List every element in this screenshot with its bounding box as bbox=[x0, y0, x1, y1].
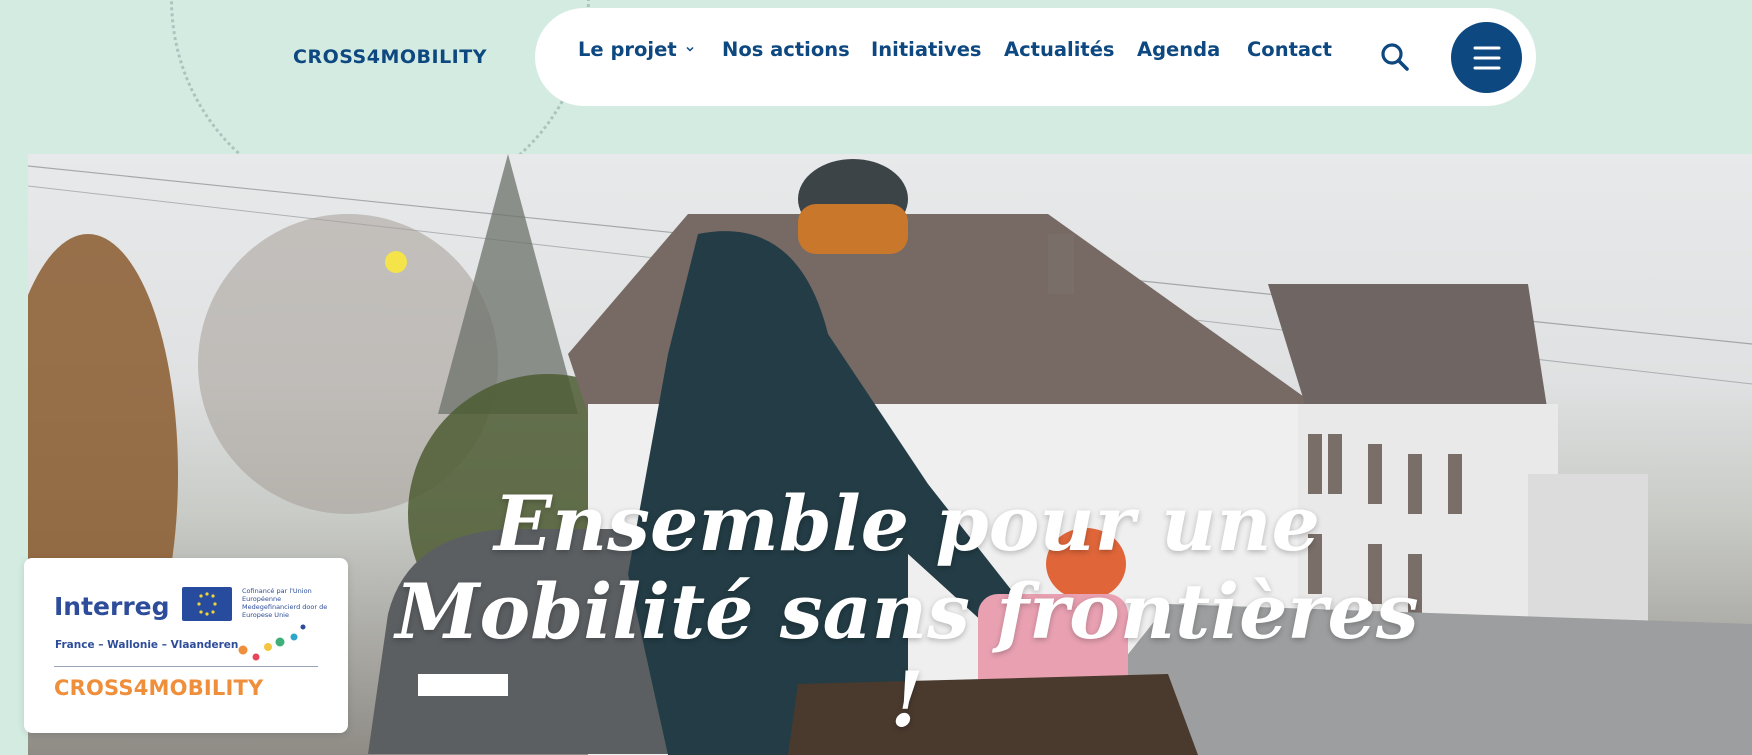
nav-item-actualites[interactable]: Actualités bbox=[1004, 0, 1115, 98]
search-icon[interactable] bbox=[1378, 40, 1412, 74]
interreg-wordmark: Interreg bbox=[54, 592, 170, 621]
site-logo[interactable]: CROSS4MOBILITY bbox=[293, 44, 487, 70]
menu-button[interactable] bbox=[1451, 22, 1522, 93]
program-regions: France – Wallonie – Vlaanderen bbox=[55, 639, 239, 651]
nav-item-nos-actions[interactable]: Nos actions bbox=[722, 0, 850, 98]
hamburger-menu-icon bbox=[1473, 46, 1500, 69]
site-logo-text: CROSS4MOBILITY bbox=[293, 46, 487, 68]
card-divider bbox=[54, 666, 318, 667]
project-name-orange: CROSS4MOBILITY bbox=[54, 676, 264, 700]
nav-item-label: Initiatives bbox=[871, 37, 982, 61]
nav-item-agenda[interactable]: Agenda bbox=[1137, 0, 1220, 98]
partner-logo-card[interactable]: Interreg Cofinancé par l'Union Européenn… bbox=[24, 558, 348, 733]
nav-item-label: Le projet bbox=[578, 37, 677, 61]
eu-flag-icon bbox=[182, 587, 232, 621]
nav-item-contact[interactable]: Contact bbox=[1247, 0, 1332, 98]
nav-item-label: Contact bbox=[1247, 37, 1332, 61]
nav-item-label: Nos actions bbox=[722, 37, 850, 61]
eu-cofunding-text: Cofinancé par l'Union Européenne Medegef… bbox=[242, 587, 328, 619]
nav-item-label: Actualités bbox=[1004, 37, 1115, 61]
nav-item-le-projet[interactable]: Le projet bbox=[578, 0, 695, 98]
nav-item-label: Agenda bbox=[1137, 37, 1221, 61]
hero-title-line-1: Ensemble pour une bbox=[493, 479, 1321, 568]
chevron-down-icon bbox=[686, 46, 694, 52]
nav-item-initiatives[interactable]: Initiatives bbox=[871, 0, 982, 98]
colored-dots-icon bbox=[238, 624, 306, 661]
